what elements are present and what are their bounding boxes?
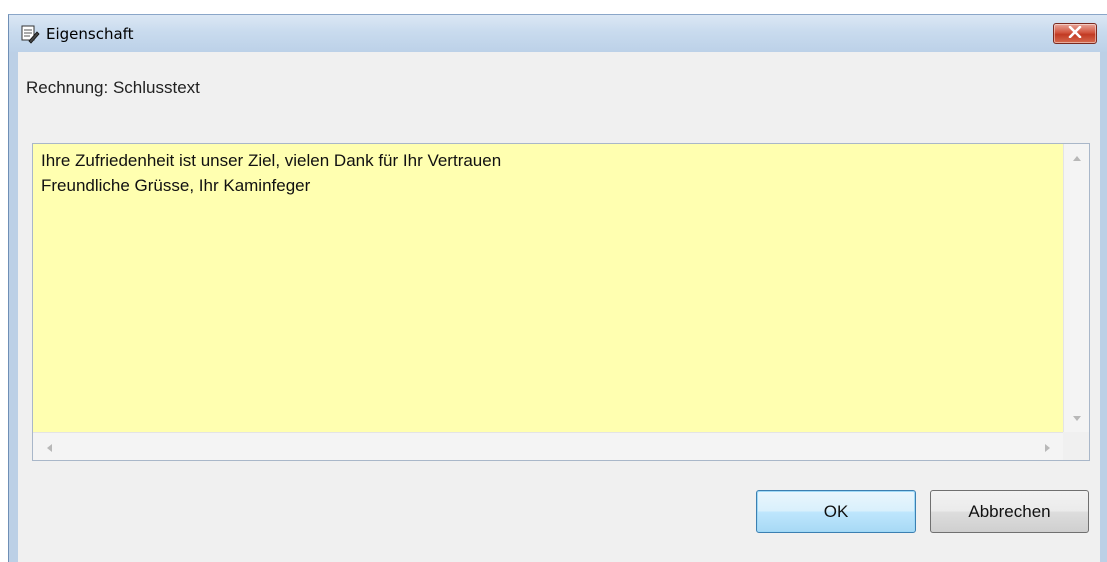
property-label: Rechnung: Schlusstext (26, 78, 200, 97)
scroll-right-icon[interactable] (1045, 444, 1050, 452)
scroll-up-icon[interactable] (1073, 156, 1081, 161)
close-button[interactable] (1053, 23, 1097, 44)
cancel-button[interactable]: Abbrechen (930, 490, 1089, 533)
scroll-left-icon[interactable] (47, 444, 52, 452)
horizontal-scrollbar[interactable] (33, 432, 1064, 460)
window-title: Eigenschaft (46, 25, 134, 43)
app-pen-icon (20, 24, 40, 44)
ok-button[interactable]: OK (756, 490, 916, 533)
title-bar[interactable]: Eigenschaft (9, 15, 1107, 52)
close-icon (1068, 25, 1082, 43)
text-editor (32, 143, 1090, 461)
scrollbar-corner (1063, 432, 1089, 460)
vertical-scrollbar[interactable] (1063, 144, 1089, 432)
scroll-down-icon[interactable] (1073, 416, 1081, 421)
closing-text-input[interactable] (33, 144, 1064, 432)
